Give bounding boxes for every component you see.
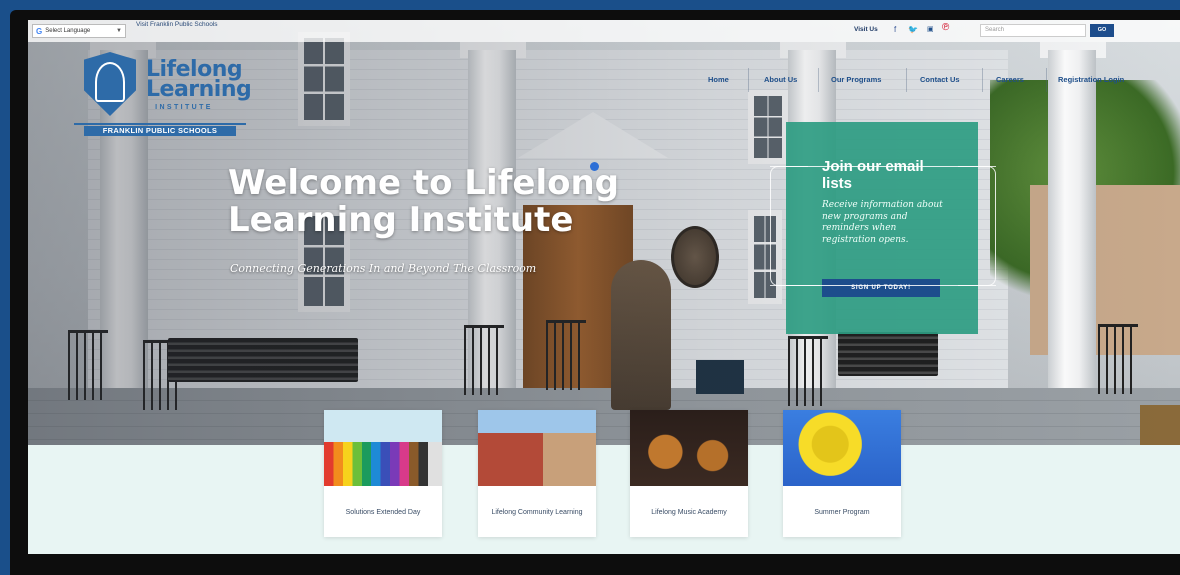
- nav-careers[interactable]: Careers: [996, 75, 1024, 84]
- school-building-image: [478, 410, 596, 486]
- visit-fps-link[interactable]: Visit Franklin Public Schools: [136, 21, 218, 28]
- program-card-summer[interactable]: Summer Program: [783, 410, 901, 537]
- nav-registration-login[interactable]: Registration Login: [1058, 75, 1124, 84]
- logo-line-2: Learning: [146, 77, 252, 102]
- divider: [770, 166, 808, 167]
- tree-icon: [95, 62, 125, 102]
- nav-divider: [1046, 68, 1047, 92]
- colored-pencils-image: [324, 410, 442, 486]
- logo-wordmark: Lifelong Learning: [146, 59, 252, 102]
- orchestra-image: [630, 410, 748, 486]
- pinterest-icon[interactable]: ℗: [942, 23, 949, 33]
- nav-divider: [906, 68, 907, 92]
- twitter-icon[interactable]: 🐦: [908, 25, 918, 35]
- search-go-button[interactable]: GO: [1090, 24, 1114, 37]
- nav-divider: [982, 68, 983, 92]
- card-label: Solutions Extended Day: [345, 508, 421, 516]
- hero-tagline: Connecting Generations In and Beyond The…: [230, 262, 537, 275]
- search-placeholder: Search: [985, 27, 1005, 33]
- nav-contact-us[interactable]: Contact Us: [920, 75, 960, 84]
- nav-home[interactable]: Home: [708, 75, 729, 84]
- program-card-music-academy[interactable]: Lifelong Music Academy: [630, 410, 748, 537]
- nav-divider: [748, 68, 749, 92]
- logo-band: FRANKLIN PUBLIC SCHOOLS: [84, 126, 236, 136]
- google-g-icon: G: [36, 26, 43, 36]
- nav-about-us[interactable]: About Us: [764, 75, 797, 84]
- card-label: Lifelong Music Academy: [651, 508, 727, 516]
- youtube-icon[interactable]: ▣: [927, 25, 934, 35]
- nav-our-programs[interactable]: Our Programs: [831, 75, 881, 84]
- program-card-community-learning[interactable]: Lifelong Community Learning: [478, 410, 596, 537]
- nav-divider: [818, 68, 819, 92]
- divider: [770, 285, 820, 286]
- language-select-label: Select Language: [45, 28, 91, 34]
- chevron-down-icon: ▼: [116, 28, 122, 34]
- card-label: Summer Program: [814, 508, 870, 516]
- browser-viewport: G Select Language ▼ Visit Franklin Publi…: [28, 20, 1180, 554]
- divider: [958, 285, 996, 286]
- logo-rule: [74, 123, 246, 125]
- card-label: Lifelong Community Learning: [491, 508, 583, 516]
- sunflower-image: [783, 410, 901, 486]
- signup-frame-outline: [770, 166, 996, 286]
- program-card-solutions[interactable]: Solutions Extended Day: [324, 410, 442, 537]
- facebook-icon[interactable]: f: [894, 25, 896, 35]
- logo-line-3: INSTITUTE: [155, 104, 213, 111]
- hero-title: Welcome to Lifelong Learning Institute: [228, 163, 620, 240]
- language-select[interactable]: G Select Language ▼: [32, 24, 126, 38]
- utility-bar: G Select Language ▼ Visit Franklin Publi…: [28, 20, 1180, 42]
- search-input[interactable]: Search: [980, 24, 1086, 37]
- divider: [958, 166, 996, 167]
- visit-us-label: Visit Us: [854, 26, 878, 33]
